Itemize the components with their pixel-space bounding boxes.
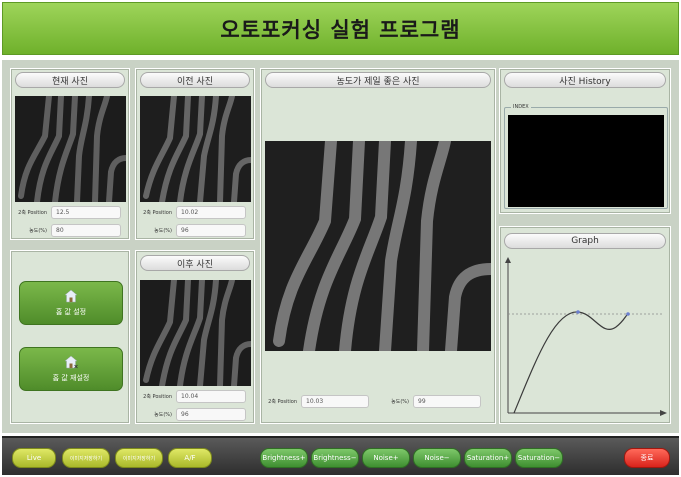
graph-curve [513,311,629,414]
live-button[interactable]: Live [12,448,56,468]
best-position-row: 2축 Position 10.03 [265,395,369,408]
brightness-up-button[interactable]: Brightness+ [260,448,308,468]
graph-point-end [626,312,630,316]
current-position-field[interactable]: 12.5 [51,206,121,219]
best-photo-image [265,141,491,351]
graph-y-arrow [505,257,511,263]
settings-panel: 홈 값 설정 홈 값 재설정 [10,250,130,424]
current-photo-header-label: 현재 사진 [52,76,88,87]
previous-photo-header: 이전 사진 [140,72,250,88]
next-density-field[interactable]: 96 [176,408,246,421]
graph-x-arrow [660,410,667,416]
next-density-label: 농도(%) [154,412,172,418]
noise-up-button[interactable]: Noise+ [362,448,410,468]
previous-photo-panel: 이전 사진 2축 Position 10.02 농도(%) 96 [135,68,255,240]
app-title: 오토포커싱 실험 프로그램 [220,17,461,42]
save-image-button-2[interactable]: 이미지저장하기 [115,448,163,468]
current-position-label: 2축 Position [18,210,47,216]
graph-area [504,255,668,419]
best-position-label: 2축 Position [268,399,297,405]
current-photo-pattern [15,96,126,202]
best-photo-header-label: 농도가 제일 좋은 사진 [336,76,420,87]
house-icon [64,289,78,303]
reset-home-button[interactable]: 홈 값 재설정 [19,347,123,391]
previous-position-row: 2축 Position 10.02 [140,206,246,219]
exit-button[interactable]: 종료 [624,448,670,468]
previous-position-label: 2축 Position [143,210,172,216]
previous-photo-header-label: 이전 사진 [177,76,213,87]
previous-photo-image [140,96,251,202]
best-photo-pattern [265,141,491,351]
history-panel: 사진 History INDEX [499,68,671,214]
autofocus-button[interactable]: A/F [168,448,212,468]
current-position-row: 2축 Position 12.5 [15,206,121,219]
history-header-label: 사진 History [559,76,611,87]
previous-density-label: 농도(%) [154,228,172,234]
house-reset-icon [64,355,78,369]
reset-home-label: 홈 값 재설정 [52,374,90,382]
saturation-up-button[interactable]: Saturation+ [464,448,512,468]
next-photo-image [140,280,251,386]
next-position-row: 2축 Position 10.04 [140,390,246,403]
next-photo-header-label: 이후 사진 [177,259,213,270]
best-density-field[interactable]: 99 [413,395,481,408]
save-image-button-1[interactable]: 이미지저장하기 [62,448,110,468]
current-photo-header: 현재 사진 [15,72,125,88]
best-position-field[interactable]: 10.03 [301,395,369,408]
next-position-field[interactable]: 10.04 [176,390,246,403]
next-photo-pattern [140,280,251,386]
current-density-row: 농도(%) 80 [15,224,121,237]
saturation-down-button[interactable]: Saturation− [515,448,563,468]
previous-density-row: 농도(%) 96 [140,224,246,237]
set-home-button[interactable]: 홈 값 설정 [19,281,123,325]
previous-position-field[interactable]: 10.02 [176,206,246,219]
current-photo-image [15,96,126,202]
current-density-field[interactable]: 80 [51,224,121,237]
workspace: 현재 사진 2축 Position 12.5 농도(%) 80 이전 사진 2축… [2,60,679,433]
next-photo-panel: 이후 사진 2축 Position 10.04 농도(%) 96 [135,250,255,424]
next-density-row: 농도(%) 96 [140,408,246,421]
graph-header-label: Graph [571,236,599,246]
history-thumbnail-area[interactable] [508,115,664,207]
best-density-label: 농도(%) [391,399,409,405]
set-home-label: 홈 값 설정 [55,308,87,316]
current-photo-panel: 현재 사진 2축 Position 12.5 농도(%) 80 [10,68,130,240]
app-window: 오토포커싱 실험 프로그램 현재 사진 2축 Position 12.5 농도(… [0,0,681,477]
next-position-label: 2축 Position [143,394,172,400]
noise-down-button[interactable]: Noise− [413,448,461,468]
title-bar: 오토포커싱 실험 프로그램 [2,2,679,55]
best-photo-panel: 농도가 제일 좋은 사진 2축 Position 10.03 농도(%) 99 [260,68,496,424]
history-index-box: INDEX [504,104,668,209]
history-index-label: INDEX [511,104,531,110]
previous-photo-pattern [140,96,251,202]
graph-header: Graph [504,233,666,249]
current-density-label: 농도(%) [29,228,47,234]
brightness-down-button[interactable]: Brightness− [311,448,359,468]
previous-density-field[interactable]: 96 [176,224,246,237]
history-header: 사진 History [504,72,666,88]
best-density-row: 농도(%) 99 [377,395,481,408]
graph-point-peak [576,310,580,314]
bottom-toolbar: Live 이미지저장하기 이미지저장하기 A/F Brightness+ Bri… [2,436,679,475]
next-photo-header: 이후 사진 [140,255,250,271]
best-photo-header: 농도가 제일 좋은 사진 [265,72,491,88]
graph-svg [505,257,667,416]
graph-panel: Graph [499,226,671,424]
